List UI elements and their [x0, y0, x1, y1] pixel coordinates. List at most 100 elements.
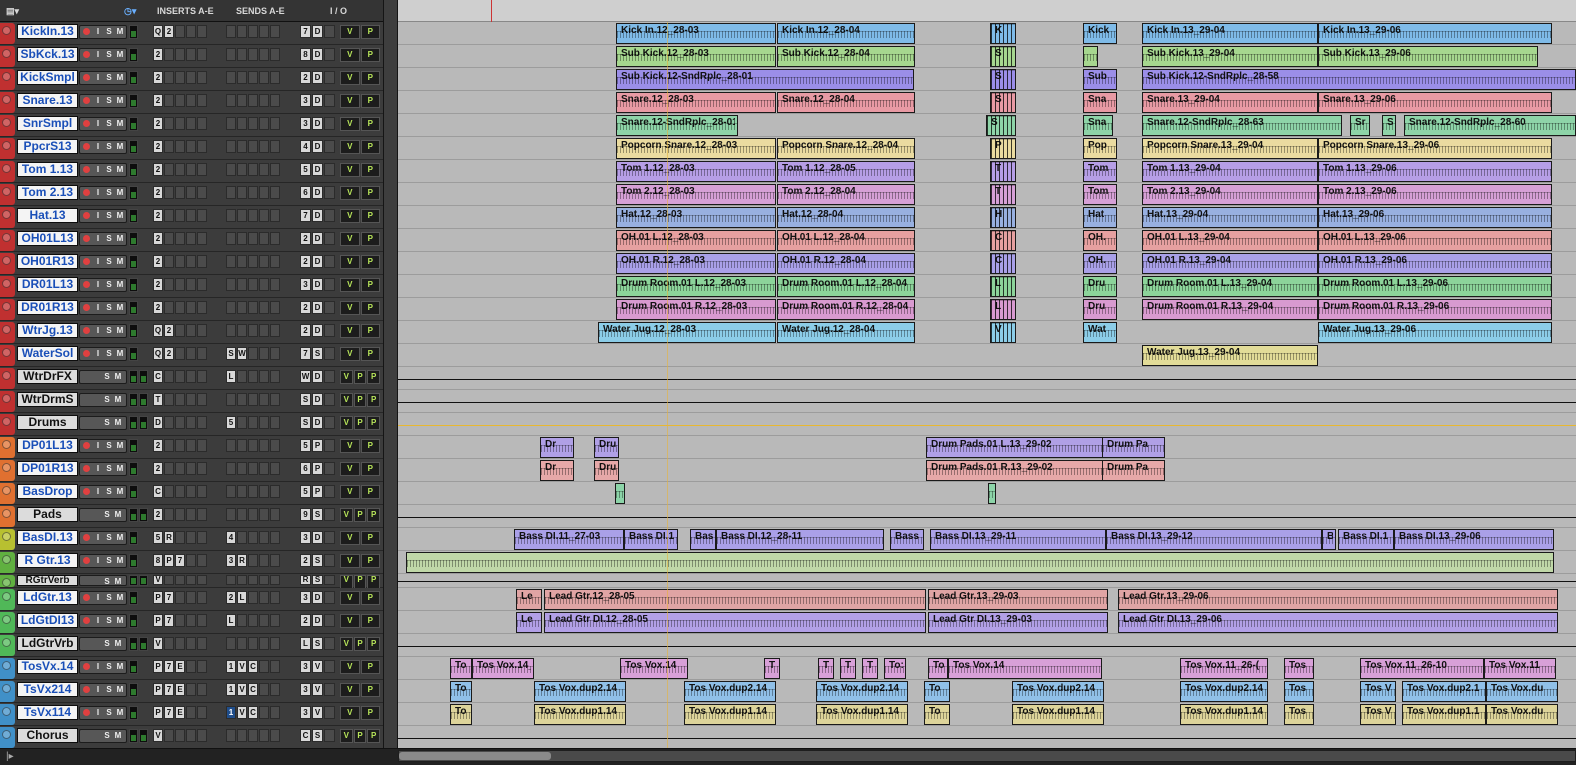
record-arm-button[interactable] [83, 442, 90, 449]
audio-clip[interactable]: Kick In.12_28-03 [616, 23, 776, 44]
solo-button[interactable]: S [102, 372, 112, 382]
audio-clip[interactable]: Tom 2.12_28-03 [616, 184, 776, 205]
insert-slot-slot[interactable]: 7 [164, 660, 174, 673]
insert-slot-slot[interactable] [186, 25, 196, 38]
send-slot-slot[interactable] [270, 729, 280, 742]
insert-slot-slot[interactable] [197, 71, 207, 84]
mute-button[interactable]: M [115, 441, 125, 451]
solo-button[interactable]: S [104, 326, 114, 336]
insert-slot-slot[interactable]: 7 [164, 683, 174, 696]
io-selector-slot[interactable]: D [312, 531, 323, 544]
io-selector-slot[interactable]: 5 [300, 485, 311, 498]
io-selector-slot[interactable]: 3 [300, 531, 311, 544]
audio-clip[interactable]: Water Jug.13_29-04 [1142, 345, 1318, 366]
solo-button[interactable]: S [104, 142, 114, 152]
audio-clip[interactable]: Water Jug.12_28-03 [598, 322, 776, 343]
io-selector-slot[interactable]: 7 [300, 209, 311, 222]
audio-clip[interactable]: Popcorn Snare.13_29-06 [1318, 138, 1552, 159]
insert-slot-slot[interactable] [186, 575, 196, 585]
track-color-chip[interactable] [0, 552, 15, 573]
solo-button[interactable]: S [104, 96, 114, 106]
input-monitor-button[interactable]: I [93, 188, 103, 198]
track-lane-tsvx214[interactable]: To Tos Vox.dup2.14 Tos Vox.dup2.14 Tos Vox.… [398, 680, 1576, 703]
audio-clip[interactable]: Bass [890, 529, 924, 550]
send-slot-slot[interactable]: 3 [226, 554, 236, 567]
insert-slot-slot[interactable] [186, 117, 196, 130]
send-slot-slot[interactable] [237, 508, 247, 521]
audio-clip[interactable]: Tos Vox.dup1.14 [534, 704, 626, 725]
mute-button[interactable]: M [115, 280, 125, 290]
send-slot-slot[interactable] [237, 324, 247, 337]
io-selector-slot[interactable]: 7 [300, 25, 311, 38]
audio-clip[interactable]: S [1382, 115, 1396, 136]
insert-slot-slot[interactable] [197, 531, 207, 544]
insert-slot-slot[interactable] [164, 48, 174, 61]
track-lane-snare-13[interactable]: Snare.12_28-03Snare.12_28-04 S Sna Snare.13… [398, 91, 1576, 114]
io-selector-slot[interactable]: D [312, 393, 323, 406]
solo-button[interactable]: S [102, 639, 112, 649]
track-name[interactable]: WaterSol [17, 346, 78, 361]
insert-slot-slot[interactable]: 7 [164, 614, 174, 627]
input-monitor-button[interactable]: I [93, 142, 103, 152]
insert-slot-slot[interactable] [197, 393, 207, 406]
track-lane-wtrdrfx[interactable] [398, 367, 1576, 390]
io-selector-slot[interactable] [324, 301, 335, 314]
insert-slot-slot[interactable] [197, 209, 207, 222]
io-selector-slot[interactable]: P [312, 485, 323, 498]
insert-slot-slot[interactable]: 2 [164, 324, 174, 337]
mute-button[interactable]: M [115, 257, 125, 267]
insert-slot-slot[interactable]: V [153, 729, 163, 742]
playlist-selector[interactable]: P [360, 485, 380, 499]
track-color-chip[interactable] [0, 368, 15, 389]
insert-slot-slot[interactable]: P [164, 554, 174, 567]
io-selector-slot[interactable]: D [312, 117, 323, 130]
audio-clip[interactable]: Popcorn Snare.12_28-03 [616, 138, 776, 159]
insert-slot-slot[interactable]: P [153, 660, 163, 673]
insert-slot-slot[interactable]: 8 [153, 554, 163, 567]
send-slot-slot[interactable]: V [237, 683, 247, 696]
playlist-selector[interactable]: P [360, 278, 380, 292]
record-arm-button[interactable] [83, 97, 90, 104]
mute-button[interactable]: M [115, 685, 125, 695]
audio-clip[interactable]: T [840, 658, 856, 679]
insert-slot-slot[interactable] [186, 209, 196, 222]
audio-clip[interactable]: Tom 2.12_28-04 [777, 184, 915, 205]
playlist-selector[interactable]: P [360, 439, 380, 453]
send-slot-slot[interactable] [248, 485, 258, 498]
track-color-chip[interactable] [0, 299, 15, 320]
solo-button[interactable]: S [104, 165, 114, 175]
insert-slot-slot[interactable] [197, 94, 207, 107]
send-slot-slot[interactable]: C [248, 660, 258, 673]
audio-clip[interactable]: Drum Room.01 R.12_28-04 [777, 299, 915, 320]
audio-clip[interactable]: OH. [1083, 253, 1117, 274]
playlist-selector[interactable]: P [367, 729, 381, 743]
mute-button[interactable]: M [115, 119, 125, 129]
audio-clip[interactable]: Bass DI.12_28-11 [716, 529, 884, 550]
playlist-selector[interactable]: P [360, 209, 380, 223]
audio-clip[interactable]: Snare.13_29-04 [1142, 92, 1318, 113]
record-arm-button[interactable] [83, 120, 90, 127]
send-slot-slot[interactable] [237, 48, 247, 61]
send-slot-slot[interactable] [237, 140, 247, 153]
send-slot-slot[interactable] [237, 393, 247, 406]
insert-slot-slot[interactable] [175, 637, 185, 650]
audio-clip[interactable]: Tom [1083, 184, 1117, 205]
record-arm-button[interactable] [83, 594, 90, 601]
io-selector-slot[interactable]: S [312, 575, 323, 585]
voice-selector[interactable]: V [340, 278, 360, 292]
track-name[interactable]: R Gtr.13 [17, 553, 78, 568]
track-lane-dr01l13[interactable]: Drum Room.01 L.12_28-03Drum Room.01 L.12… [398, 275, 1576, 298]
track-color-chip[interactable] [0, 391, 15, 412]
audio-clip[interactable]: Drum Room.01 L.12_28-03 [616, 276, 776, 297]
send-slot-slot[interactable] [270, 163, 280, 176]
track-lane-r-gtr-13[interactable] [398, 551, 1576, 574]
audio-clip[interactable]: Bass DI.13_29-06 [1394, 529, 1554, 550]
track-name[interactable]: DP01R13 [17, 461, 78, 476]
playlist-selector[interactable]: P [367, 393, 381, 407]
audio-clip[interactable]: Water Jug.13_29-06 [1318, 322, 1552, 343]
io-selector-slot[interactable]: 2 [300, 232, 311, 245]
record-arm-button[interactable] [83, 281, 90, 288]
io-selector-slot[interactable]: 5 [300, 163, 311, 176]
mute-button[interactable]: M [115, 349, 125, 359]
insert-slot-slot[interactable] [186, 232, 196, 245]
